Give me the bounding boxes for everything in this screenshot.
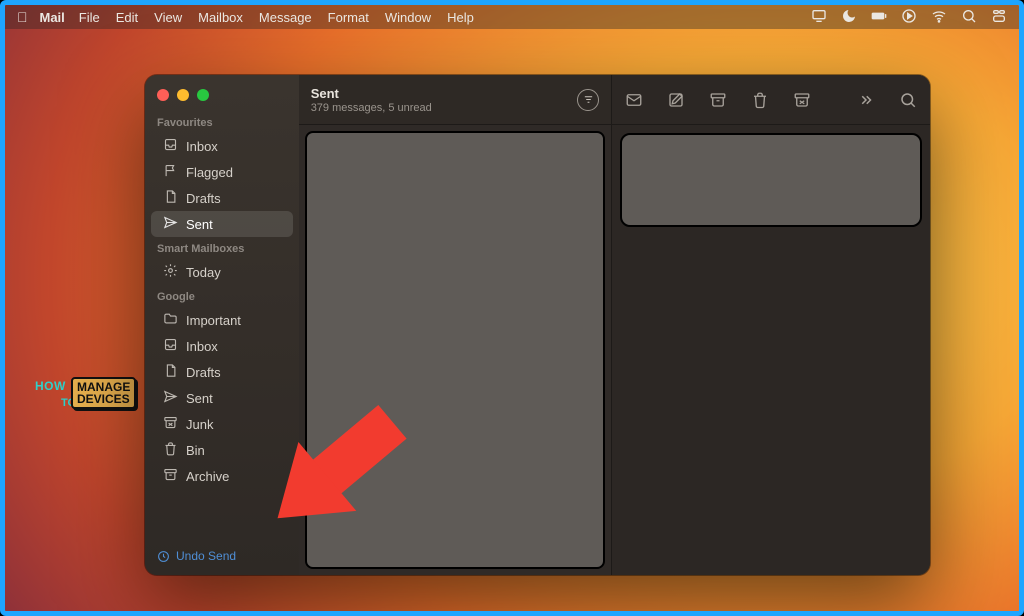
archive-button[interactable] <box>708 90 728 110</box>
menu-help[interactable]: Help <box>447 10 474 25</box>
content-pane <box>612 75 930 575</box>
list-header: Sent 379 messages, 5 unread <box>299 75 611 125</box>
send-icon <box>163 215 178 233</box>
menubar-app-name[interactable]: Mail <box>40 10 65 25</box>
inbox-icon <box>163 137 178 155</box>
inbox-icon <box>163 337 178 355</box>
fullscreen-window-button[interactable] <box>197 89 209 101</box>
sidebar-item-label: Today <box>186 265 221 280</box>
sidebar-item-label: Junk <box>186 417 213 432</box>
menu-edit[interactable]: Edit <box>116 10 138 25</box>
filter-button[interactable] <box>577 89 599 111</box>
mailbox-subtitle: 379 messages, 5 unread <box>311 102 577 114</box>
filter-icon <box>583 94 594 105</box>
sidebar: Favourites Inbox Flagged Drafts Sent Smart … <box>145 75 299 575</box>
compose-button[interactable] <box>666 90 686 110</box>
search-button[interactable] <box>898 90 918 110</box>
folder-icon <box>163 311 178 329</box>
sidebar-item-label: Bin <box>186 443 205 458</box>
wifi-icon[interactable] <box>931 8 947 27</box>
undo-send-label: Undo Send <box>176 549 236 563</box>
battery-icon[interactable] <box>871 8 887 27</box>
menu-file[interactable]: File <box>79 10 100 25</box>
envelope-icon <box>625 91 643 109</box>
sidebar-item-label: Sent <box>186 217 213 232</box>
archive-icon <box>163 467 178 485</box>
menu-message[interactable]: Message <box>259 10 312 25</box>
control-center-icon[interactable] <box>991 8 1007 27</box>
sidebar-section-smart: Smart Mailboxes <box>145 237 299 259</box>
sidebar-item-label: Inbox <box>186 339 218 354</box>
sidebar-google-archive[interactable]: Archive <box>151 463 293 489</box>
trash-icon <box>163 441 178 459</box>
trash-icon <box>751 91 769 109</box>
delete-button[interactable] <box>750 90 770 110</box>
sidebar-item-label: Drafts <box>186 191 221 206</box>
flag-icon <box>163 163 178 181</box>
menu-view[interactable]: View <box>154 10 182 25</box>
toolbar <box>612 75 930 125</box>
sidebar-item-label: Inbox <box>186 139 218 154</box>
message-list-pane: Sent 379 messages, 5 unread <box>299 75 612 575</box>
doc-icon <box>163 189 178 207</box>
sidebar-google-junk[interactable]: Junk <box>151 411 293 437</box>
undo-icon <box>157 550 170 563</box>
sidebar-smart-today[interactable]: Today <box>151 259 293 285</box>
message-list-redacted <box>305 131 605 569</box>
screen-mirroring-icon[interactable] <box>811 8 827 27</box>
mailbox-title: Sent <box>311 86 577 101</box>
send-icon <box>163 389 178 407</box>
apple-menu-icon[interactable]:  <box>17 9 28 25</box>
reply-button[interactable] <box>624 90 644 110</box>
sidebar-item-label: Sent <box>186 391 213 406</box>
close-window-button[interactable] <box>157 89 169 101</box>
sidebar-section-favourites: Favourites <box>145 111 299 133</box>
menu-format[interactable]: Format <box>328 10 369 25</box>
doc-icon <box>163 363 178 381</box>
do-not-disturb-icon[interactable] <box>841 8 857 27</box>
mail-app-window: Favourites Inbox Flagged Drafts Sent Smart … <box>145 75 930 575</box>
now-playing-icon[interactable] <box>901 8 917 27</box>
sidebar-google-bin[interactable]: Bin <box>151 437 293 463</box>
sidebar-item-label: Important <box>186 313 241 328</box>
sidebar-item-label: Flagged <box>186 165 233 180</box>
spotlight-icon[interactable] <box>961 8 977 27</box>
gear-icon <box>163 263 178 281</box>
junk-button[interactable] <box>792 90 812 110</box>
menu-mailbox[interactable]: Mailbox <box>198 10 243 25</box>
sidebar-google-sent[interactable]: Sent <box>151 385 293 411</box>
minimize-window-button[interactable] <box>177 89 189 101</box>
compose-icon <box>667 91 685 109</box>
sidebar-section-google: Google <box>145 285 299 307</box>
sidebar-fav-inbox[interactable]: Inbox <box>151 133 293 159</box>
macos-menubar:  Mail File Edit View Mailbox Message Fo… <box>5 5 1019 29</box>
watermark-logo: HOW TO MANAGEDEVICES <box>37 375 137 415</box>
window-controls <box>145 81 299 111</box>
message-preview-redacted <box>620 133 922 227</box>
sidebar-google-drafts[interactable]: Drafts <box>151 359 293 385</box>
sidebar-fav-drafts[interactable]: Drafts <box>151 185 293 211</box>
junk-icon <box>793 91 811 109</box>
search-icon <box>899 91 917 109</box>
undo-send-button[interactable]: Undo Send <box>145 539 299 575</box>
more-button[interactable] <box>856 90 876 110</box>
sidebar-item-label: Archive <box>186 469 229 484</box>
sidebar-fav-flagged[interactable]: Flagged <box>151 159 293 185</box>
sidebar-item-label: Drafts <box>186 365 221 380</box>
chevrons-icon <box>857 91 875 109</box>
archive-icon <box>709 91 727 109</box>
sidebar-google-important[interactable]: Important <box>151 307 293 333</box>
junk-icon <box>163 415 178 433</box>
sidebar-fav-sent[interactable]: Sent <box>151 211 293 237</box>
menu-window[interactable]: Window <box>385 10 431 25</box>
sidebar-google-inbox[interactable]: Inbox <box>151 333 293 359</box>
